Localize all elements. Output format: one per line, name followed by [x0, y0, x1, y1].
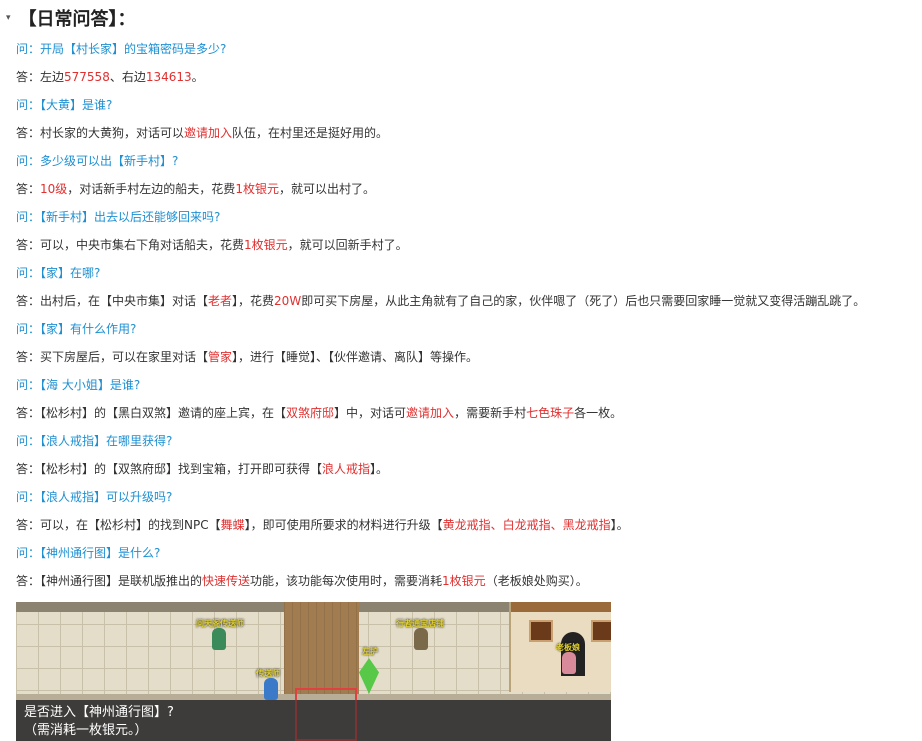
highlight-text: 20W — [274, 294, 302, 308]
text-segment: 。 — [191, 70, 204, 84]
question-line: 问：【新手村】出去以后还能够回来吗? — [16, 210, 220, 224]
text-segment: 问：【浪人戒指】在哪里获得? — [16, 434, 173, 448]
answer-line: 答：买下房屋后，可以在家里对话【管家】，进行【睡觉】、【伙伴邀请、离队】等操作。 — [16, 350, 478, 364]
text-segment: （老板娘处购买）。 — [485, 574, 588, 588]
highlight-text: 10级 — [40, 182, 68, 196]
collapse-caret-icon[interactable]: ▾ — [6, 13, 11, 23]
text-segment: 、右边 — [109, 70, 146, 84]
highlight-text: 浪人戒指 — [322, 462, 371, 476]
house-window — [591, 620, 611, 642]
text-segment: 问：【浪人戒指】可以升级吗? — [16, 490, 173, 504]
text-segment: ，需要新手村 — [454, 406, 527, 420]
question-line: 问：【神州通行图】是什么? — [16, 546, 160, 560]
text-segment: 即可买下房屋，从此主角就有了自己的家，伙伴嗯了（死了）后也只需要回家睡一觉就又变… — [301, 294, 866, 308]
question-line: 问：【海 大小姐】是谁? — [16, 378, 140, 392]
text-segment: 】，即可使用所要求的材料进行升级【 — [244, 518, 443, 532]
text-segment: 问：【新手村】出去以后还能够回来吗? — [16, 210, 221, 224]
section-heading: ▾ 【日常问答】： — [0, 4, 136, 32]
crystal-icon[interactable] — [359, 658, 379, 694]
dialog-line: 是否进入【神州通行图】? — [24, 705, 174, 720]
answer-line: 答：左边577558、右边134613。 — [16, 70, 204, 84]
text-segment: 答：可以，在【松杉村】的找到NPC【 — [16, 518, 221, 532]
text-segment: 答：左边 — [16, 70, 65, 84]
text-segment: 答：【松杉村】的【黑白双煞】邀请的座上宾，在【 — [16, 406, 287, 420]
text-segment: 】。 — [370, 462, 389, 476]
text-segment: ，就可以回新手村了。 — [287, 238, 408, 252]
text-segment: 答： — [16, 182, 41, 196]
text-segment: 答：买下房屋后，可以在家里对话【 — [16, 350, 209, 364]
highlight-text: 1枚银元 — [235, 182, 279, 196]
answer-line: 答：【松杉村】的【双煞府邸】找到宝箱，打开即可获得【浪人戒指】。 — [16, 462, 388, 476]
question-line: 问：【大黄】是谁? — [16, 98, 112, 112]
text-segment: 问：【海 大小姐】是谁? — [16, 378, 141, 392]
text-segment: 问：多少级可以出【新手村】? — [16, 154, 179, 168]
text-segment: 答：村长家的大黄狗，对话可以 — [16, 126, 185, 140]
highlight-text: 黄龙戒指、白龙戒指、黑龙戒指 — [442, 518, 611, 532]
answer-line: 答：可以，在【松杉村】的找到NPC【舞蝶】，即可使用所要求的材料进行升级【黄龙戒… — [16, 518, 629, 532]
npc-sprite[interactable] — [562, 652, 576, 674]
answer-line: 答：10级，对话新手村左边的船夫，花费1枚银元，就可以出村了。 — [16, 182, 375, 196]
question-line: 问：开局【村长家】的宝箱密码是多少? — [16, 42, 226, 56]
house-window — [529, 620, 553, 642]
highlight-text: 邀请加入 — [406, 406, 455, 420]
highlight-text: 老者 — [208, 294, 233, 308]
answer-line: 答：村长家的大黄狗，对话可以邀请加入队伍，在村里还是挺好用的。 — [16, 126, 388, 140]
npc-sprite[interactable] — [414, 628, 428, 650]
highlight-text: 快速传送 — [202, 574, 251, 588]
text-segment: 问：【家】在哪? — [16, 266, 101, 280]
highlight-text: 134613 — [145, 70, 192, 84]
game-dialog: 是否进入【神州通行图】? （需消耗一枚银元。） — [16, 700, 611, 741]
question-line: 问：【家】有什么作用? — [16, 322, 136, 336]
question-line: 问：【浪人戒指】可以升级吗? — [16, 490, 172, 504]
text-segment: 问：【大黄】是谁? — [16, 98, 113, 112]
text-segment: 答：可以，中央市集右下角对话船夫，花费 — [16, 238, 245, 252]
highlight-text: 舞蝶 — [220, 518, 245, 532]
text-segment: 】。 — [610, 518, 629, 532]
answer-line: 答：【松杉村】的【黑白双煞】邀请的座上宾，在【双煞府邸】中，对话可邀请加入，需要… — [16, 406, 622, 420]
text-segment: 问：开局【村长家】的宝箱密码是多少? — [16, 42, 227, 56]
highlight-text: 管家 — [208, 350, 233, 364]
text-segment: 功能，该功能每次使用时，需要消耗 — [250, 574, 443, 588]
text-segment: 】，进行【睡觉】、【伙伴邀请、离队】等操作。 — [232, 350, 479, 364]
npc-sprite[interactable] — [264, 678, 278, 700]
answer-line: 答：可以，中央市集右下角对话船夫，花费1枚银元，就可以回新手村了。 — [16, 238, 408, 252]
answer-line: 答：【神州通行图】是联机版推出的快速传送功能，该功能每次使用时，需要消耗1枚银元… — [16, 574, 588, 588]
highlight-text: 1枚银元 — [244, 238, 288, 252]
text-segment: ，就可以出村了。 — [278, 182, 375, 196]
text-segment: ，对话新手村左边的船夫，花费 — [67, 182, 236, 196]
highlight-text: 1枚银元 — [442, 574, 486, 588]
question-line: 问：【家】在哪? — [16, 266, 100, 280]
highlight-text: 邀请加入 — [184, 126, 233, 140]
npc-sprite[interactable] — [212, 628, 226, 650]
text-segment: 答：【松杉村】的【双煞府邸】找到宝箱，打开即可获得【 — [16, 462, 323, 476]
question-line: 问：多少级可以出【新手村】? — [16, 154, 178, 168]
question-line: 问：【浪人戒指】在哪里获得? — [16, 434, 172, 448]
game-screenshot: 问天阁传送师 行者通宝店铺 左护 老板娘 传送师 是否进入【神州通行图】? （需… — [16, 602, 611, 741]
highlight-text: 七色珠子 — [526, 406, 575, 420]
text-segment: 】，花费 — [232, 294, 275, 308]
highlight-text: 双煞府邸 — [286, 406, 335, 420]
house-roof — [511, 602, 611, 612]
answer-line: 答：出村后，在【中央市集】对话【老者】，花费20W即可买下房屋，从此主角就有了自… — [16, 294, 865, 308]
text-segment: 问：【家】有什么作用? — [16, 322, 137, 336]
section-title: 【日常问答】： — [18, 9, 136, 30]
text-segment: 答：【神州通行图】是联机版推出的 — [16, 574, 203, 588]
npc-name-tag: 左护 — [362, 647, 378, 656]
text-segment: 各一枚。 — [574, 406, 623, 420]
highlight-text: 577558 — [64, 70, 110, 84]
text-segment: 问：【神州通行图】是什么? — [16, 546, 161, 560]
text-segment: 答：出村后，在【中央市集】对话【 — [16, 294, 209, 308]
text-segment: 】中，对话可 — [334, 406, 407, 420]
dialog-line: （需消耗一枚银元。） — [24, 723, 148, 738]
text-segment: 队伍，在村里还是挺好用的。 — [232, 126, 389, 140]
